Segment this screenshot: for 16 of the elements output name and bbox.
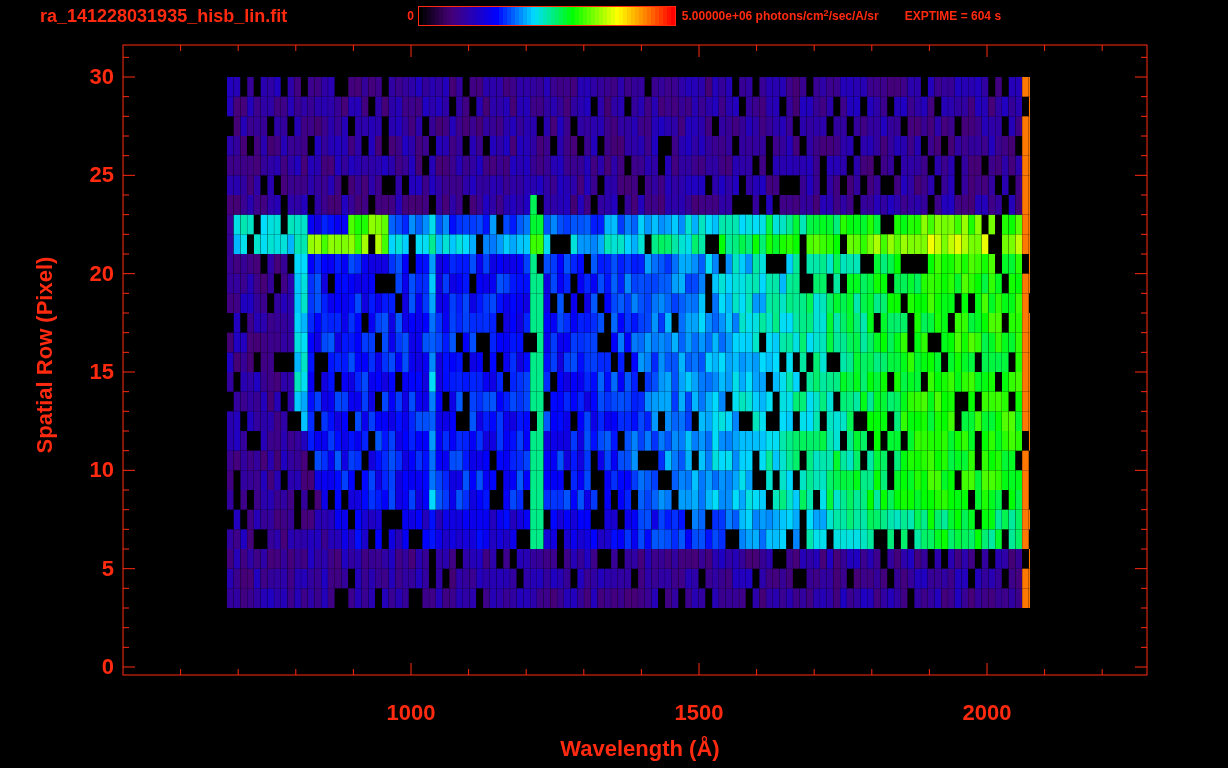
x-axis-label: Wavelength (Å) xyxy=(559,738,721,760)
y-tick-label: 30 xyxy=(88,66,114,88)
y-tick-label: 20 xyxy=(88,262,114,285)
colorbar-min-label: 0 xyxy=(407,10,414,22)
y-tick-label: 0 xyxy=(100,656,114,678)
y-tick-label: 15 xyxy=(88,361,114,383)
y-tick-label: 10 xyxy=(88,459,114,482)
y-tick-label: 25 xyxy=(88,164,114,187)
file-title: ra_141228031935_hisb_lin.fit xyxy=(40,7,288,25)
y-tick-label: 5 xyxy=(100,557,114,580)
y-axis-label: Spatial Row (Pixel) xyxy=(34,255,56,456)
x-tick-label: 2000 xyxy=(961,702,1013,724)
x-tick-label: 1000 xyxy=(385,702,437,724)
exposure-time: EXPTIME = 604 s xyxy=(904,10,1002,22)
colorbar-max-label: 5.00000e+06 photons/cm$^{2}$/sec/A/sr xyxy=(681,10,879,22)
x-tick-label: 1500 xyxy=(673,702,725,724)
